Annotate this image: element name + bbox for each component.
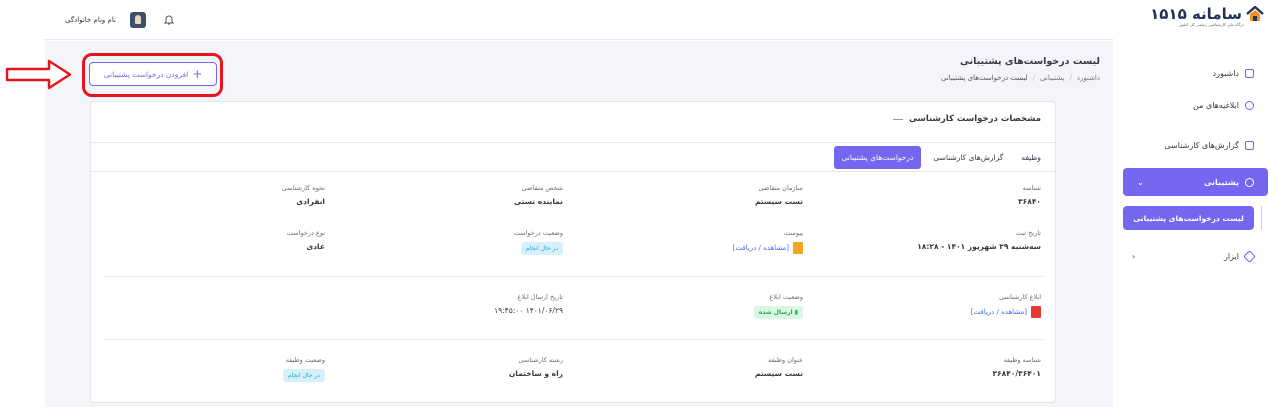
sidebar-item-support[interactable]: پشتیبانی ⌄ [1123, 168, 1268, 196]
task-status-badge: در حال انجام [282, 369, 325, 382]
tab-expert-reports[interactable]: گزارش‌های کارشناسی [927, 147, 1009, 168]
user-name[interactable]: نام ونام خانوادگی [65, 16, 116, 24]
field-attachment: پیوست [مشاهده / دریافت] [732, 229, 803, 254]
sidebar-item-reports[interactable]: گزارش‌های کارشناسی [1118, 134, 1268, 156]
divider [103, 339, 1043, 340]
sidebar-item-dashboard[interactable]: داشبورد [1118, 62, 1268, 84]
field-task-status: وضعیت وظیفه در حال انجام [282, 356, 325, 382]
logo[interactable]: سامانه ۱۵۱۵ [1150, 6, 1264, 22]
avatar[interactable] [129, 11, 146, 28]
pdf-icon [1031, 306, 1041, 318]
callout-arrow-icon [5, 59, 72, 90]
divider [103, 276, 1043, 277]
top-bar: نام ونام خانوادگی [45, 0, 1113, 40]
add-support-request-button[interactable]: + افزودن درخواست پشتیبانی [89, 62, 217, 86]
tab-task[interactable]: وظیفه [1015, 147, 1047, 168]
breadcrumb-support[interactable]: پشتیبانی [1040, 74, 1064, 82]
field-request-status: وضعیت درخواست در حال انجام [514, 229, 563, 255]
request-details-card: مشخصات درخواست کارشناسی وظیفه گزارش‌های … [90, 101, 1056, 403]
sidebar-subitem-support-list[interactable]: لیست درخواست‌های پشتیبانی [1123, 206, 1254, 230]
field-expertise-method: نحوه کارشناسی انفرادی [281, 184, 325, 206]
chevron-left-icon: ‹ [1132, 251, 1136, 261]
field-register-date: تاریخ ثبت سه‌شنبه ۲۹ شهریور ۱۴۰۱ - ۱۸:۲۸ [917, 229, 1041, 251]
home-icon [1245, 68, 1254, 78]
chat-icon [1245, 100, 1254, 110]
field-notice-date: تاریخ ارسال ابلاغ ۱۴۰۱/۰۶/۲۹ ۱۹:۴۵:۰۰ [494, 293, 563, 315]
chevron-down-icon: ⌄ [1137, 177, 1144, 187]
sidebar: سامانه ۱۵۱۵ درگاه ملی کارشناسی رسمی کل ک… [1113, 0, 1278, 407]
field-applicant-org: سازمان متقاضی تست سیستم [754, 184, 803, 206]
notice-link[interactable]: [مشاهده / دریافت] [971, 306, 1041, 318]
bell-icon[interactable] [162, 13, 176, 27]
breadcrumb-dashboard[interactable]: داشبورد [1077, 74, 1100, 82]
attachment-link[interactable]: [مشاهده / دریافت] [733, 242, 803, 254]
field-task-id: شناسه وظیفه ۳۶۸۴۰/۳۶۴۰۱ [992, 356, 1041, 378]
support-icon [1245, 177, 1254, 187]
card-title: مشخصات درخواست کارشناسی [892, 114, 1041, 124]
status-badge: در حال انجام [520, 242, 563, 255]
field-id: شناسه ۳۶۸۴۰ [1018, 184, 1041, 206]
breadcrumb-current: لیست درخواست‌های پشتیبانی [940, 74, 1028, 82]
field-expert-notice: ابلاغ کارشناسی [مشاهده / دریافت] [970, 293, 1041, 318]
field-expertise-field: رشته کارشناسی راه و ساختمان [508, 356, 563, 378]
plus-icon: + [192, 67, 203, 81]
submenu-line [1261, 206, 1262, 230]
file-icon [793, 242, 803, 254]
sidebar-item-notices[interactable]: ابلاغیه‌های من [1118, 94, 1268, 116]
tab-support-requests[interactable]: درخواست‌های پشتیبانی [833, 145, 922, 169]
field-request-type: نوع درخواست عادی [286, 229, 325, 251]
sidebar-item-tools[interactable]: ابزار ‹ [1118, 245, 1268, 267]
field-applicant-person: شخص متقاضی نماینده تستی [513, 184, 563, 206]
tabs-bar: وظیفه گزارش‌های کارشناسی درخواست‌های پشت… [91, 142, 1055, 172]
page-title: لیست درخواست‌های پشتیبانی [959, 56, 1100, 67]
breadcrumb: داشبورد / پشتیبانی / لیست درخواست‌های پش… [940, 74, 1100, 82]
sent-badge: ▮ ارسال شده [753, 306, 803, 319]
logo-house-icon [1246, 6, 1264, 21]
logo-subtitle: درگاه ملی کارشناسی رسمی کل کشور [1179, 22, 1244, 27]
field-task-title: عنوان وظیفه تست سیستم [754, 356, 803, 378]
logo-text: سامانه ۱۵۱۵ [1150, 5, 1242, 23]
report-icon [1245, 140, 1254, 150]
tool-icon [1243, 249, 1256, 263]
field-notice-status: وضعیت ابلاغ ▮ ارسال شده [753, 293, 803, 319]
